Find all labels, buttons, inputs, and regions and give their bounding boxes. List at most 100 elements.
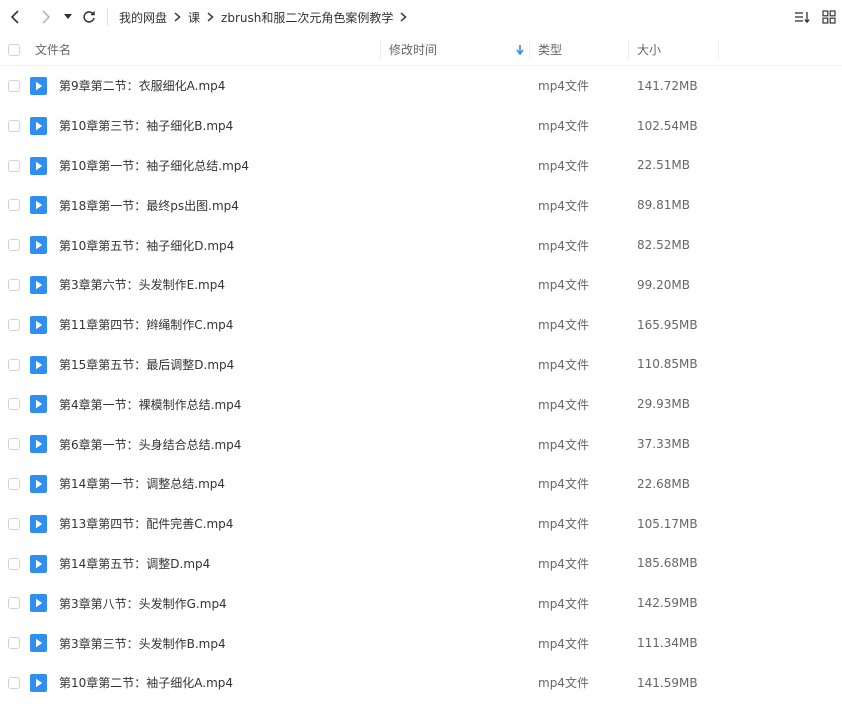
refresh-button[interactable] xyxy=(80,0,98,34)
grid-view-icon xyxy=(822,10,836,24)
column-divider[interactable] xyxy=(628,40,629,60)
row-checkbox[interactable] xyxy=(8,278,20,291)
file-row[interactable]: 第3章第六节：头发制作E.mp4 mp4文件 99.20MB xyxy=(0,265,842,305)
file-row[interactable]: 第14章第一节：调整总结.mp4 mp4文件 22.68MB xyxy=(0,464,842,504)
file-size: 142.59MB xyxy=(637,596,698,611)
select-all-checkbox[interactable] xyxy=(8,34,20,65)
file-row[interactable]: 第10章第一节：袖子细化总结.mp4 mp4文件 22.51MB xyxy=(0,146,842,186)
video-file-icon xyxy=(30,594,47,613)
file-type: mp4文件 xyxy=(538,596,589,611)
file-name[interactable]: 第11章第四节：辫绳制作C.mp4 xyxy=(59,305,233,345)
file-name[interactable]: 第10章第二节：袖子细化A.mp4 xyxy=(59,663,233,703)
file-type: mp4文件 xyxy=(538,238,589,253)
back-button[interactable] xyxy=(6,0,26,34)
column-divider[interactable] xyxy=(529,40,530,60)
file-name[interactable]: 第6章第一节：头身结合总结.mp4 xyxy=(59,424,241,464)
row-checkbox[interactable] xyxy=(8,438,20,451)
row-checkbox[interactable] xyxy=(8,676,20,689)
row-checkbox[interactable] xyxy=(8,557,20,570)
file-name[interactable]: 第15章第五节：最后调整D.mp4 xyxy=(59,345,234,385)
column-header-name[interactable]: 文件名 xyxy=(35,34,71,65)
row-checkbox[interactable] xyxy=(8,398,20,411)
forward-button[interactable] xyxy=(35,0,55,34)
file-type: mp4文件 xyxy=(538,636,589,651)
file-row[interactable]: 第14章第五节：调整D.mp4 mp4文件 185.68MB xyxy=(0,544,842,584)
breadcrumb-item-current-folder[interactable]: zbrush和服二次元角色案例教学 xyxy=(221,9,393,26)
sort-button[interactable] xyxy=(794,10,810,24)
video-file-icon xyxy=(30,634,47,653)
caret-down-icon xyxy=(64,14,72,19)
file-name[interactable]: 第14章第一节：调整总结.mp4 xyxy=(59,464,225,504)
row-checkbox[interactable] xyxy=(8,637,20,650)
checkbox[interactable] xyxy=(8,43,20,56)
file-name[interactable]: 第3章第六节：头发制作E.mp4 xyxy=(59,265,225,305)
breadcrumb: 我的网盘 课 zbrush和服二次元角色案例教学 xyxy=(119,0,414,34)
file-type: mp4文件 xyxy=(538,79,589,94)
row-checkbox[interactable] xyxy=(8,80,20,92)
file-name[interactable]: 第4章第一节：裸模制作总结.mp4 xyxy=(59,384,241,424)
file-row[interactable]: 第15章第五节：最后调整D.mp4 mp4文件 110.85MB xyxy=(0,345,842,385)
file-size: 110.85MB xyxy=(637,357,698,372)
file-name[interactable]: 第3章第三节：头发制作B.mp4 xyxy=(59,623,226,663)
file-type: mp4文件 xyxy=(538,357,589,372)
file-size: 111.34MB xyxy=(637,636,698,651)
file-row[interactable]: 第10章第五节：袖子细化D.mp4 mp4文件 82.52MB xyxy=(0,225,842,265)
breadcrumb-item-course[interactable]: 课 xyxy=(188,9,200,26)
breadcrumb-separator-icon xyxy=(207,12,214,22)
file-size: 105.17MB xyxy=(637,516,698,531)
row-checkbox[interactable] xyxy=(8,239,20,252)
breadcrumb-item-root[interactable]: 我的网盘 xyxy=(119,9,167,26)
file-row[interactable]: 第10章第三节：袖子细化B.mp4 mp4文件 102.54MB xyxy=(0,106,842,146)
video-file-icon xyxy=(30,77,47,95)
video-file-icon xyxy=(30,554,47,573)
file-size: 165.95MB xyxy=(637,317,698,332)
file-name[interactable]: 第9章第二节：衣服细化A.mp4 xyxy=(59,66,225,106)
file-row[interactable]: 第13章第四节：配件完善C.mp4 mp4文件 105.17MB xyxy=(0,504,842,544)
file-row[interactable]: 第11章第四节：辫绳制作C.mp4 mp4文件 165.95MB xyxy=(0,305,842,345)
chevron-left-icon xyxy=(10,10,19,24)
file-row[interactable]: 第4章第一节：裸模制作总结.mp4 mp4文件 29.93MB xyxy=(0,384,842,424)
column-header-size-label: 大小 xyxy=(637,43,662,57)
file-size: 99.20MB xyxy=(637,277,690,292)
file-row[interactable]: 第9章第二节：衣服细化A.mp4 mp4文件 141.72MB xyxy=(0,66,842,106)
row-checkbox[interactable] xyxy=(8,119,20,132)
file-name[interactable]: 第10章第三节：袖子细化B.mp4 xyxy=(59,106,233,146)
file-list: 第9章第二节：衣服细化A.mp4 mp4文件 141.72MB 第10章第三节：… xyxy=(0,66,842,703)
file-name[interactable]: 第13章第四节：配件完善C.mp4 xyxy=(59,504,233,544)
column-header-modified[interactable]: 修改时间 xyxy=(389,34,529,65)
video-file-icon xyxy=(30,116,47,135)
file-row[interactable]: 第3章第三节：头发制作B.mp4 mp4文件 111.34MB xyxy=(0,623,842,663)
file-name[interactable]: 第3章第八节：头发制作G.mp4 xyxy=(59,583,227,623)
breadcrumb-expand-icon[interactable] xyxy=(400,12,407,22)
video-file-icon xyxy=(30,275,47,294)
file-type: mp4文件 xyxy=(538,676,589,691)
file-size: 22.51MB xyxy=(637,158,690,173)
file-name[interactable]: 第14章第五节：调整D.mp4 xyxy=(59,544,210,584)
file-size: 89.81MB xyxy=(637,198,690,213)
video-file-icon xyxy=(30,435,47,454)
file-name[interactable]: 第10章第五节：袖子细化D.mp4 xyxy=(59,225,234,265)
row-checkbox[interactable] xyxy=(8,477,20,490)
file-row[interactable]: 第18章第一节：最终ps出图.mp4 mp4文件 89.81MB xyxy=(0,185,842,225)
column-header-type[interactable]: 类型 xyxy=(538,34,562,65)
grid-view-button[interactable] xyxy=(822,10,836,24)
file-name[interactable]: 第18章第一节：最终ps出图.mp4 xyxy=(59,185,239,225)
column-divider[interactable] xyxy=(380,40,381,60)
row-checkbox[interactable] xyxy=(8,358,20,371)
column-header-type-label: 类型 xyxy=(538,43,563,57)
file-type: mp4文件 xyxy=(538,517,589,532)
file-size: 141.72MB xyxy=(637,78,698,93)
file-row[interactable]: 第6章第一节：头身结合总结.mp4 mp4文件 37.33MB xyxy=(0,424,842,464)
row-checkbox[interactable] xyxy=(8,199,20,212)
row-checkbox[interactable] xyxy=(8,517,20,530)
row-checkbox[interactable] xyxy=(8,318,20,331)
row-checkbox[interactable] xyxy=(8,159,20,172)
column-divider[interactable] xyxy=(718,40,719,60)
column-header-modified-label: 修改时间 xyxy=(389,43,438,57)
row-checkbox[interactable] xyxy=(8,597,20,610)
file-name[interactable]: 第10章第一节：袖子细化总结.mp4 xyxy=(59,146,249,186)
file-row[interactable]: 第3章第八节：头发制作G.mp4 mp4文件 142.59MB xyxy=(0,583,842,623)
history-dropdown-button[interactable] xyxy=(61,0,75,34)
file-row[interactable]: 第10章第二节：袖子细化A.mp4 mp4文件 141.59MB xyxy=(0,663,842,703)
column-header-size[interactable]: 大小 xyxy=(637,34,661,65)
